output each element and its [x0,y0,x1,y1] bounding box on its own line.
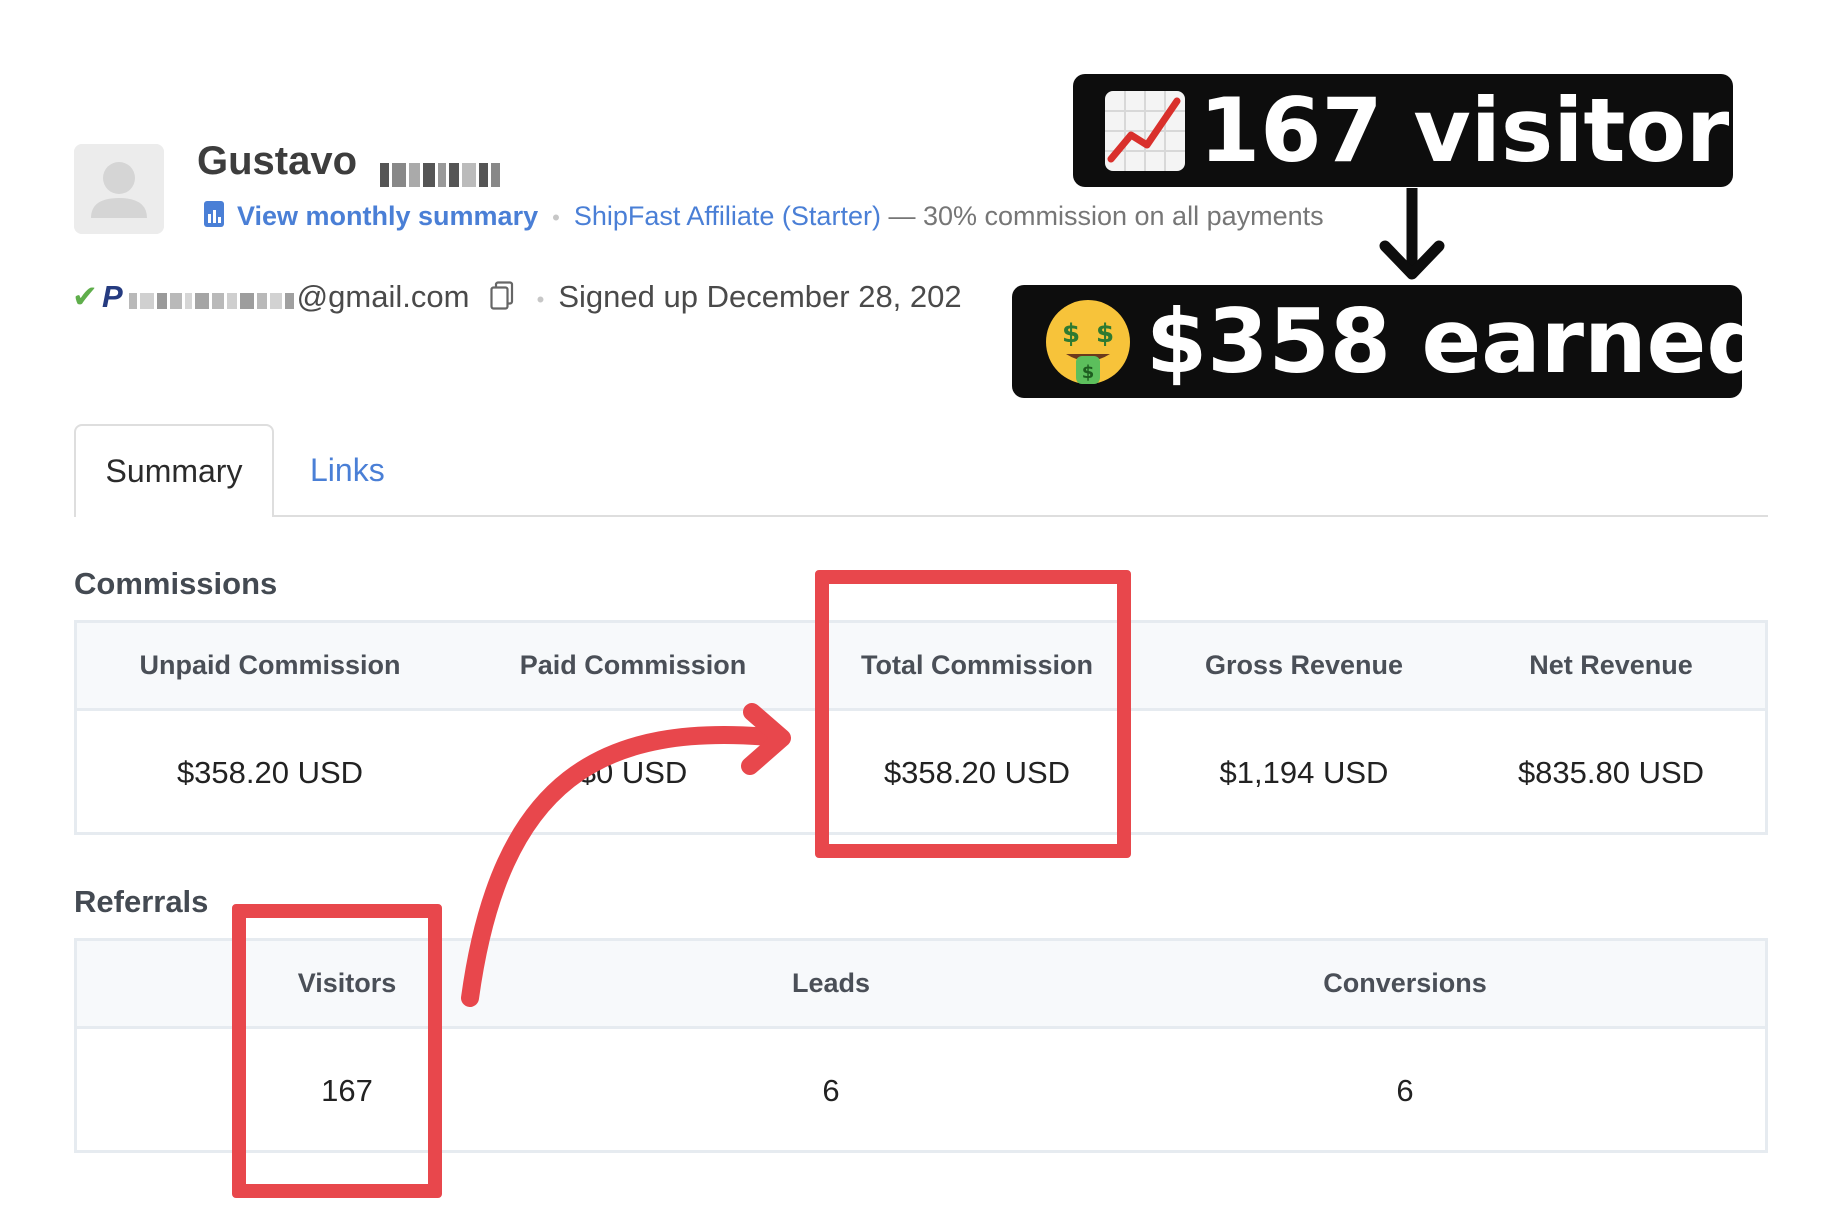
program-line: View monthly summary • ShipFast Affiliate … [203,200,1324,235]
affiliate-name: Gustavo [197,139,503,187]
money-mouth-face-icon: $ $ $ [1042,296,1134,388]
avatar [74,144,164,234]
program-link[interactable]: ShipFast Affiliate (Starter) [574,201,881,231]
header-gross-revenue: Gross Revenue [1204,650,1404,680]
redacted-email-user [128,281,297,317]
tabs-divider [74,515,1768,517]
value-conversions: 6 [1396,1073,1414,1108]
header-paid-commission: Paid Commission [519,650,747,680]
referrals-title: Referrals [74,884,209,919]
visitors-highlight [232,904,442,1198]
visitors-badge: 167 visitors [1073,74,1782,187]
header-unpaid-commission: Unpaid Commission [139,650,401,680]
commissions-title: Commissions [74,566,278,601]
separator-dot: • [536,287,545,312]
value-paid-commission: $0 USD [578,755,688,790]
view-monthly-summary-link[interactable]: View monthly summary [237,201,538,231]
paypal-icon: P [101,279,123,314]
value-net-revenue: $835.80 USD [1517,755,1705,790]
value-leads: 6 [822,1073,840,1108]
tab-summary[interactable]: Summary [74,424,274,517]
redacted-last-name [380,150,503,187]
header-conversions: Conversions [1323,968,1487,998]
chart-increasing-icon [1103,89,1187,173]
tab-links[interactable]: Links [310,452,385,489]
earned-badge: $ $ $ $358 earned [1012,285,1769,398]
svg-text:$: $ [1096,319,1114,349]
value-unpaid-commission: $358.20 USD [176,755,364,790]
email-line: ✔ P @gmail.com • Signed up December 28, 20… [72,279,962,319]
commission-note: — 30% commission on all payments [888,201,1324,231]
value-gross-revenue: $1,194 USD [1219,755,1389,790]
svg-text:$: $ [1082,362,1095,383]
signed-up-date: Signed up December 28, 202 [558,279,962,314]
verified-check-icon: ✔ [72,279,98,314]
affiliate-first-name: Gustavo [197,139,358,183]
total-commission-highlight [815,570,1131,858]
earned-badge-text: $358 earned [1146,290,1770,393]
header-leads: Leads [791,968,871,998]
svg-text:$: $ [1062,319,1080,349]
user-placeholder-icon [74,144,164,234]
black-arrowhead [1379,240,1445,280]
email-domain: @gmail.com [296,279,470,314]
separator-dot: • [552,205,560,230]
copy-icon[interactable] [490,281,514,319]
report-document-icon [203,200,225,235]
header-net-revenue: Net Revenue [1529,650,1693,680]
visitors-badge-text: 167 visitors [1199,79,1782,182]
